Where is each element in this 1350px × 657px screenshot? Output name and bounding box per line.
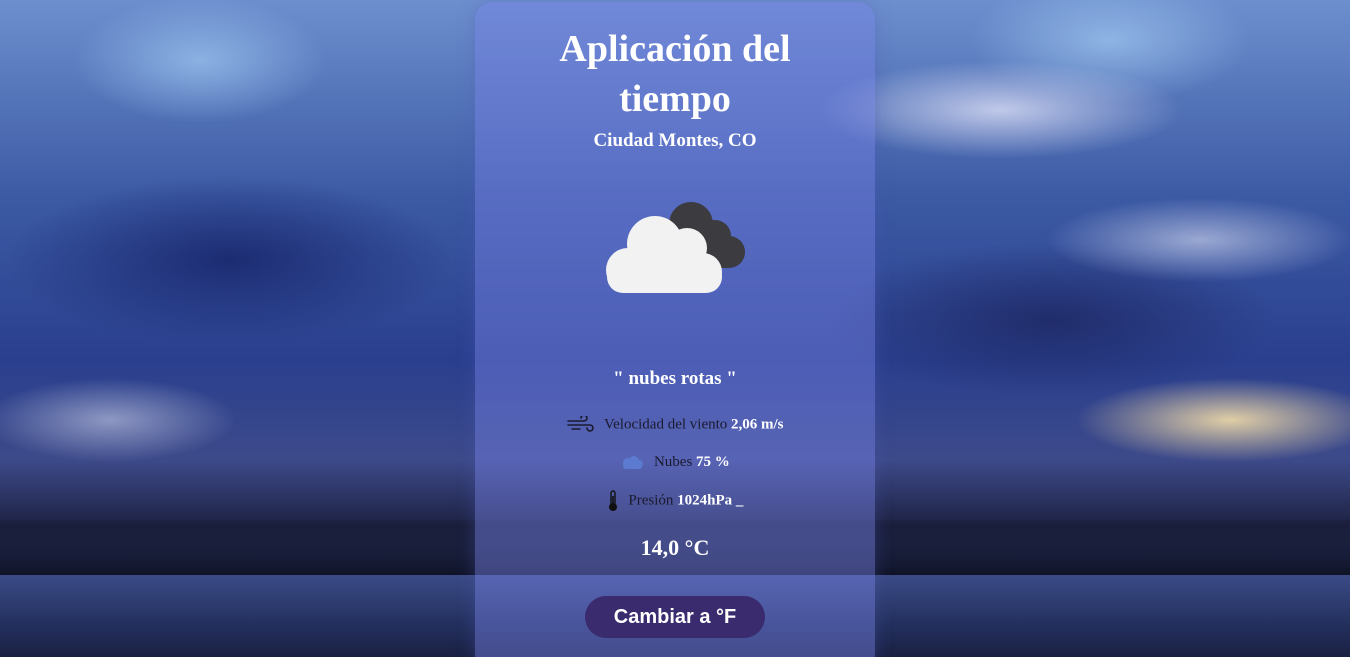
clouds-value: 75 % [696,454,730,470]
pressure-label: Presión [628,492,674,509]
toggle-unit-button[interactable]: Cambiar a °F [585,596,765,638]
pressure-row: Presión 1024hPa _ [475,490,875,512]
clouds-icon [623,455,644,469]
broken-clouds-icon [606,202,745,293]
weather-card: Aplicación del tiempo Ciudad Montes, CO … [475,2,875,657]
pressure-value: 1024hPa _ [677,492,744,509]
wind-value: 2,06 m/s [731,416,784,433]
wind-icon [567,416,595,432]
city-name: Ciudad Montes, CO [593,130,757,151]
temperature-value: 14,0 °C [640,535,710,560]
thermometer-icon [608,490,617,511]
wind-label: Velocidad del viento [603,416,728,433]
clouds-label: Nubes [653,454,693,470]
app-title: Aplicación del tiempo [559,28,791,120]
weather-description: " nubes rotas " [613,368,737,389]
clouds-row: Nubes 75 % [475,454,875,471]
wind-row: Velocidad del viento 2,06 m/s [475,416,875,434]
